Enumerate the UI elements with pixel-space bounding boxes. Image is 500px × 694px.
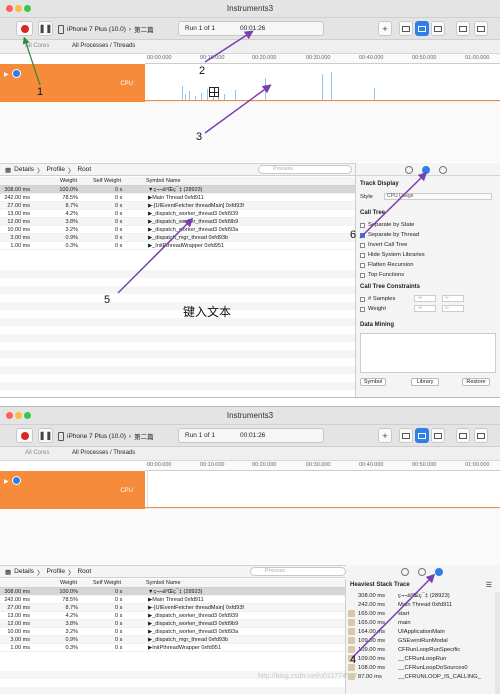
arrow-2 <box>204 30 254 63</box>
arrow-1 <box>22 36 41 86</box>
arrow-3 <box>204 84 272 134</box>
annotation-label-5: 5 <box>104 294 111 306</box>
annotation-label-6: 6 <box>350 229 357 241</box>
arrow-5 <box>117 217 194 294</box>
annotation-arrows <box>22 30 436 659</box>
annotation-label-1: 1 <box>37 86 44 98</box>
annotation-label-4: 4 <box>350 654 357 666</box>
arrow-4 <box>351 573 436 659</box>
annotation-label-2: 2 <box>199 65 206 77</box>
arrow-6 <box>359 171 428 239</box>
typed-text-label: 键入文本 <box>183 305 232 319</box>
annotation-label-3: 3 <box>196 131 203 143</box>
